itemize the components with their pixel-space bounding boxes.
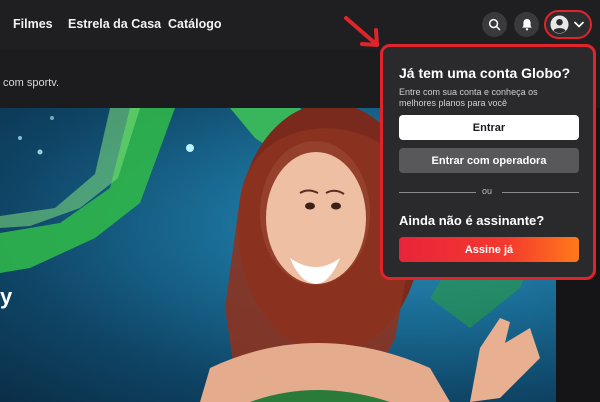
divider-right — [502, 192, 579, 193]
avatar-icon — [550, 15, 569, 34]
subscribe-button[interactable]: Assine já — [399, 237, 579, 262]
nav-item-filmes[interactable]: Filmes — [13, 17, 53, 31]
not-subscriber-title: Ainda não é assinante? — [399, 213, 545, 228]
profile-menu-button[interactable] — [544, 10, 592, 39]
hero-title-fragment: y — [0, 284, 13, 309]
top-nav-bar: Filmes Estrela da Casa Catálogo — [0, 0, 600, 50]
divider-or-text: ou — [482, 186, 493, 196]
notifications-button[interactable] — [514, 12, 539, 37]
dropdown-title: Já tem uma conta Globo? — [399, 65, 571, 81]
dropdown-description: Entre com sua conta e conheça os melhore… — [399, 87, 538, 108]
bell-icon — [521, 19, 532, 31]
nav-item-estrela-da-casa[interactable]: Estrela da Casa — [68, 17, 161, 31]
account-dropdown: Já tem uma conta Globo? Entre com sua co… — [380, 44, 596, 280]
annotation-arrow-icon — [344, 16, 379, 47]
login-button[interactable]: Entrar — [399, 115, 579, 140]
search-button[interactable] — [482, 12, 507, 37]
subline-text: com sportv. — [3, 77, 60, 89]
login-with-operator-button[interactable]: Entrar com operadora — [399, 148, 579, 173]
divider-left — [399, 192, 476, 193]
chevron-down-icon — [574, 21, 584, 28]
search-icon — [488, 18, 501, 31]
nav-item-catalogo[interactable]: Catálogo — [168, 17, 221, 31]
